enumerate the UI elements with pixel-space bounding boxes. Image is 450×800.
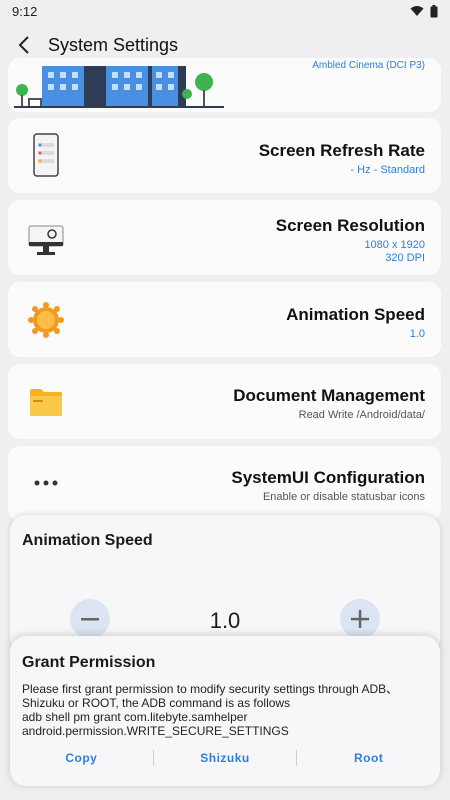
resolution-card[interactable]: Screen Resolution 1080 x 1920 320 DPI	[8, 200, 441, 275]
folder-icon	[26, 382, 66, 422]
animation-speed-title: Animation Speed	[286, 305, 425, 324]
document-management-desc: Read Write /Android/data/	[298, 409, 425, 421]
color-mode-value: Ambled Cinema (DCI P3)	[312, 60, 425, 71]
plus-icon	[351, 610, 369, 628]
monitor-icon	[26, 220, 66, 260]
dialog-actions: Copy Shizuku Root	[10, 746, 440, 770]
back-button[interactable]	[12, 33, 36, 57]
copy-button[interactable]: Copy	[10, 751, 153, 765]
animation-speed-sheet: Animation Speed 1.0	[10, 515, 440, 655]
animation-speed-value: 1.0	[409, 328, 425, 340]
refresh-rate-card[interactable]: Screen Refresh Rate - Hz - Standard	[8, 118, 441, 193]
resolution-title: Screen Resolution	[275, 216, 425, 235]
status-icons	[410, 4, 438, 18]
message-line: Shizuku or ROOT, the ADB command is as f…	[22, 696, 291, 710]
status-time: 9:12	[12, 3, 38, 19]
resolution-value: 1080 x 1920	[364, 239, 425, 251]
grant-permission-sheet: Grant Permission Please first grant perm…	[10, 636, 440, 786]
phone-icon	[26, 133, 66, 177]
status-bar: 9:12	[0, 0, 450, 22]
page-title: System Settings	[48, 34, 179, 55]
message-line: android.permission.WRITE_SECURE_SETTINGS	[22, 724, 289, 738]
city-illustration	[14, 66, 224, 108]
message-line: Please first grant permission to modify …	[22, 682, 399, 696]
systemui-config-title: SystemUI Configuration	[231, 468, 425, 487]
chevron-left-icon	[18, 36, 29, 54]
shizuku-button[interactable]: Shizuku	[154, 751, 297, 765]
message-line: adb shell pm grant com.litebyte.samhelpe…	[22, 710, 248, 724]
document-management-title: Document Management	[233, 386, 425, 405]
document-management-card[interactable]: Document Management Read Write /Android/…	[8, 364, 441, 439]
animation-speed-sheet-title: Animation Speed	[22, 532, 153, 549]
battery-icon	[430, 4, 438, 17]
dots-icon	[26, 463, 66, 503]
root-button[interactable]: Root	[297, 751, 440, 765]
refresh-rate-value: - Hz - Standard	[350, 164, 425, 176]
systemui-config-card[interactable]: SystemUI Configuration Enable or disable…	[8, 446, 441, 521]
wifi-icon	[410, 6, 424, 16]
increase-button[interactable]	[340, 599, 380, 639]
resolution-dpi: 320 DPI	[385, 252, 425, 264]
animation-speed-card[interactable]: Animation Speed 1.0	[8, 282, 441, 357]
gear-sun-icon	[26, 300, 66, 340]
color-mode-card[interactable]: Ambled Cinema (DCI P3)	[8, 58, 441, 112]
refresh-rate-title: Screen Refresh Rate	[258, 141, 425, 160]
grant-permission-message: Please first grant permission to modify …	[22, 682, 432, 738]
systemui-config-desc: Enable or disable statusbar icons	[262, 491, 425, 503]
grant-permission-title: Grant Permission	[22, 654, 156, 671]
